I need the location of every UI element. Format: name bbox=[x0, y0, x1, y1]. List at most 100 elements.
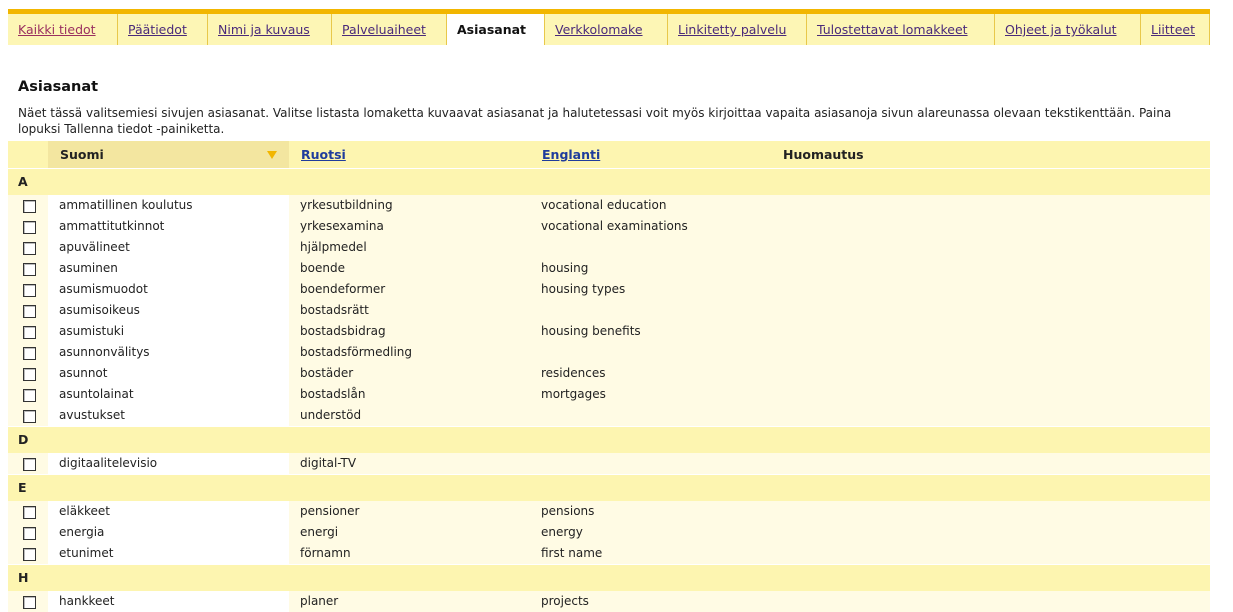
cell-ruotsi: planer bbox=[300, 594, 339, 608]
cell-huomautus bbox=[771, 216, 1210, 237]
cell-ruotsi: energi bbox=[300, 525, 339, 539]
row-checkbox[interactable] bbox=[22, 506, 36, 519]
row-checkbox[interactable] bbox=[22, 347, 36, 360]
tab-asiasanat[interactable]: Asiasanat bbox=[447, 14, 545, 45]
tab-palveluaiheet[interactable]: Palveluaiheet bbox=[332, 14, 447, 45]
cell-englanti: housing benefits bbox=[541, 324, 641, 338]
table-row: etunimet förnamn first name bbox=[8, 543, 1210, 564]
column-header-englanti[interactable]: Englanti bbox=[542, 147, 600, 162]
cell-suomi: eläkkeet bbox=[48, 501, 289, 522]
checkbox-cell bbox=[8, 453, 48, 474]
cell-ruotsi: bostäder bbox=[300, 366, 354, 380]
row-checkbox[interactable] bbox=[22, 368, 36, 381]
tab-verkkolomake[interactable]: Verkkolomake bbox=[545, 14, 668, 45]
cell-suomi: asuntolainat bbox=[48, 384, 289, 405]
cell-englanti: energy bbox=[541, 525, 583, 539]
cell-englanti: housing bbox=[541, 261, 589, 275]
cell-englanti bbox=[530, 237, 771, 258]
tab-kaikki-tiedot[interactable]: Kaikki tiedot bbox=[8, 14, 118, 45]
cell-huomautus bbox=[771, 195, 1210, 216]
cell-ruotsi: understöd bbox=[300, 408, 362, 422]
cell-suomi: asunnot bbox=[48, 363, 289, 384]
cell-ruotsi: yrkesutbildning bbox=[300, 198, 393, 212]
cell-englanti: housing types bbox=[541, 282, 626, 296]
table-row: energia energi energy bbox=[8, 522, 1210, 543]
cell-huomautus bbox=[771, 591, 1210, 612]
cell-suomi: energia bbox=[48, 522, 289, 543]
cell-suomi: asunnonvälitys bbox=[48, 342, 289, 363]
table-row: apuvälineet hjälpmedel bbox=[8, 237, 1210, 258]
row-checkbox[interactable] bbox=[22, 596, 36, 609]
tab-liitteet[interactable]: Liitteet bbox=[1141, 14, 1210, 45]
row-checkbox[interactable] bbox=[22, 263, 36, 276]
checkbox-cell bbox=[8, 195, 48, 216]
cell-huomautus bbox=[771, 522, 1210, 543]
tab-linkitetty-palvelu[interactable]: Linkitetty palvelu bbox=[668, 14, 807, 45]
cell-suomi: hankkeet bbox=[48, 591, 289, 612]
table-row: asuntolainat bostadslån mortgages bbox=[8, 384, 1210, 405]
column-header-suomi[interactable]: Suomi bbox=[48, 141, 289, 168]
cell-suomi: ammattitutkinnot bbox=[48, 216, 289, 237]
table-header: Suomi Ruotsi Englanti Huomautus bbox=[8, 141, 1210, 168]
table-row: asumisoikeus bostadsrätt bbox=[8, 300, 1210, 321]
tab-ohjeet-ja-tyokalut[interactable]: Ohjeet ja työkalut bbox=[995, 14, 1141, 45]
cell-ruotsi: bostadsförmedling bbox=[300, 345, 413, 359]
checkbox-cell bbox=[8, 522, 48, 543]
cell-englanti: pensions bbox=[541, 504, 595, 518]
tab-tulostettavat-lomakkeet[interactable]: Tulostettavat lomakkeet bbox=[807, 14, 995, 45]
cell-huomautus bbox=[771, 384, 1210, 405]
column-header-suomi-label: Suomi bbox=[60, 147, 104, 162]
cell-englanti bbox=[530, 342, 771, 363]
cell-ruotsi: förnamn bbox=[300, 546, 351, 560]
table-row: asumistuki bostadsbidrag housing benefits bbox=[8, 321, 1210, 342]
group-letter: H bbox=[8, 565, 1210, 591]
row-checkbox[interactable] bbox=[22, 284, 36, 297]
column-header-ruotsi[interactable]: Ruotsi bbox=[301, 147, 346, 162]
tab-bar: Kaikki tiedot Päätiedot Nimi ja kuvaus P… bbox=[8, 9, 1210, 45]
cell-englanti: first name bbox=[541, 546, 603, 560]
cell-huomautus bbox=[771, 342, 1210, 363]
table-row: asumismuodot boendeformer housing types bbox=[8, 279, 1210, 300]
cell-englanti bbox=[530, 405, 771, 426]
cell-englanti: vocational education bbox=[541, 198, 667, 212]
cell-huomautus bbox=[771, 363, 1210, 384]
cell-suomi: asuminen bbox=[48, 258, 289, 279]
tab-paatiedot[interactable]: Päätiedot bbox=[118, 14, 208, 45]
group-letter: A bbox=[8, 169, 1210, 195]
tab-nimi-ja-kuvaus[interactable]: Nimi ja kuvaus bbox=[208, 14, 332, 45]
cell-englanti bbox=[530, 300, 771, 321]
row-checkbox[interactable] bbox=[22, 200, 36, 213]
checkbox-cell bbox=[8, 342, 48, 363]
cell-suomi: asumistuki bbox=[48, 321, 289, 342]
cell-ruotsi: bostadsbidrag bbox=[300, 324, 386, 338]
row-checkbox[interactable] bbox=[22, 221, 36, 234]
row-checkbox[interactable] bbox=[22, 527, 36, 540]
table-row: ammattitutkinnot yrkesexamina vocational e… bbox=[8, 216, 1210, 237]
cell-englanti: projects bbox=[541, 594, 589, 608]
row-checkbox[interactable] bbox=[22, 410, 36, 423]
table-body: Aammatillinen koulutus yrkesutbildning voc… bbox=[8, 169, 1210, 612]
cell-ruotsi: digital-TV bbox=[300, 456, 357, 470]
cell-suomi: apuvälineet bbox=[48, 237, 289, 258]
row-checkbox[interactable] bbox=[22, 305, 36, 318]
cell-englanti: mortgages bbox=[541, 387, 606, 401]
table-row: asunnonvälitys bostadsförmedling bbox=[8, 342, 1210, 363]
group-letter: E bbox=[8, 475, 1210, 501]
checkbox-cell bbox=[8, 501, 48, 522]
cell-ruotsi: bostadsrätt bbox=[300, 303, 369, 317]
row-checkbox[interactable] bbox=[22, 242, 36, 255]
cell-ruotsi: boende bbox=[300, 261, 345, 275]
cell-huomautus bbox=[771, 279, 1210, 300]
row-checkbox[interactable] bbox=[22, 326, 36, 339]
row-checkbox[interactable] bbox=[22, 548, 36, 561]
row-checkbox[interactable] bbox=[22, 458, 36, 471]
checkbox-cell bbox=[8, 216, 48, 237]
table-row: digitaalitelevisio digital-TV bbox=[8, 453, 1210, 474]
checkbox-cell bbox=[8, 321, 48, 342]
table-row: eläkkeet pensioner pensions bbox=[8, 501, 1210, 522]
table-row: hankkeet planer projects bbox=[8, 591, 1210, 612]
checkbox-cell bbox=[8, 591, 48, 612]
row-checkbox[interactable] bbox=[22, 389, 36, 402]
intro-text: Näet tässä valitsemiesi sivujen asiasana… bbox=[18, 106, 1172, 136]
table-row: asunnot bostäder residences bbox=[8, 363, 1210, 384]
